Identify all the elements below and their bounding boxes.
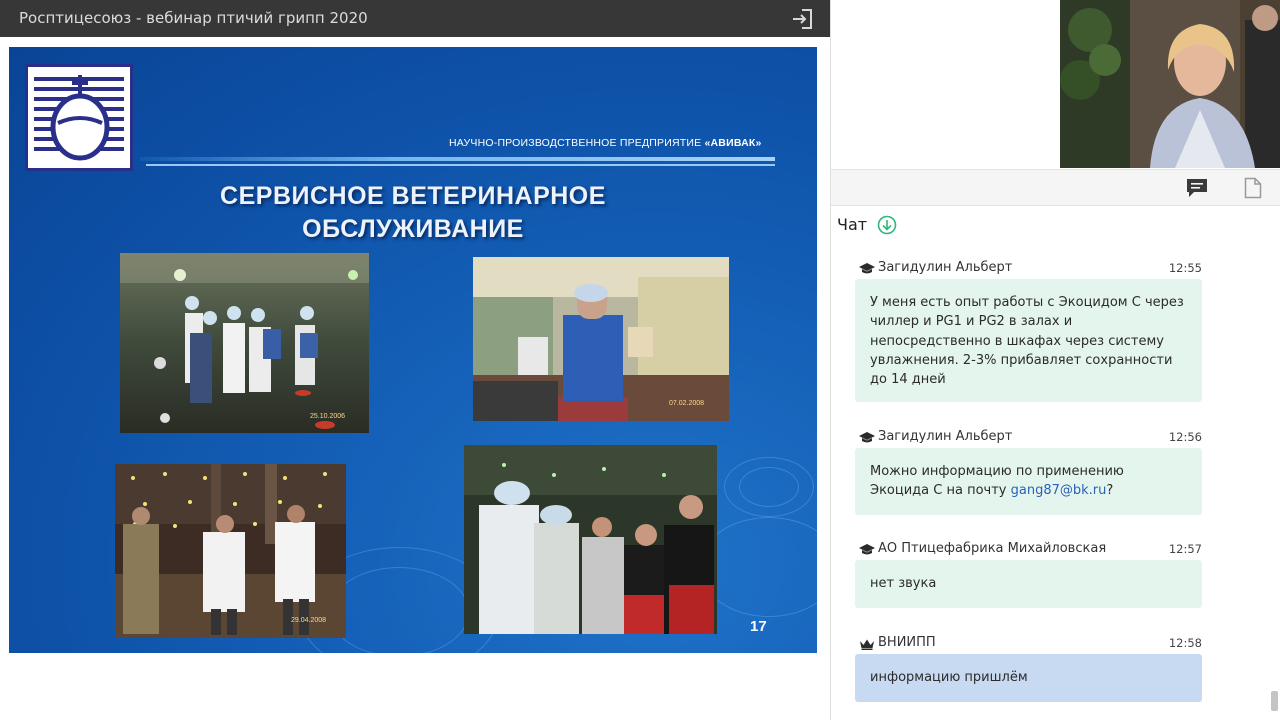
header-rule <box>140 157 775 161</box>
chat-scrollbar-thumb[interactable] <box>1271 691 1278 711</box>
arrow-down-circle-icon <box>877 215 897 235</box>
message-bubble: нет звука <box>855 560 1202 608</box>
header-rule-thin <box>146 164 775 166</box>
company-name: «АВИВАК» <box>704 137 762 149</box>
message-line: нет звука <box>870 576 937 591</box>
panel-toolbar <box>831 169 1280 206</box>
message-line: непосредственно в шкафах через систему <box>870 333 1165 349</box>
message-bubble: У меня есть опыт работы с Экоцидом С чер… <box>855 279 1202 402</box>
message-bubble: информацию пришлём <box>855 654 1202 702</box>
message-time: 12:57 <box>1168 542 1202 556</box>
speaker-video[interactable] <box>1060 0 1280 168</box>
message-header: АО Птицефабрика Михайловская 12:57 <box>855 541 1202 561</box>
graduation-cap-icon <box>859 263 875 274</box>
slide-heading-line2: ОБСЛУЖИВАНИЕ <box>302 215 524 243</box>
chat-tab-button[interactable] <box>1186 178 1208 198</box>
photo-date: 25.10.2006 <box>310 413 346 420</box>
presentation-slide: НАУЧНО-ПРОИЗВОДСТВЕННОЕ ПРЕДПРИЯТИЕ «АВИ… <box>9 47 817 653</box>
message-line: чиллер и PG1 и PG2 в залах и <box>870 314 1073 330</box>
slide-photo: 29.04.2008 <box>115 464 346 638</box>
message-line: до 14 дней <box>870 372 946 388</box>
photo-date: 29.04.2008 <box>291 617 327 624</box>
message-author: Загидулин Альберт <box>878 429 1013 444</box>
sign-in-icon <box>793 9 812 29</box>
chat-title: Чат <box>837 215 868 234</box>
chat-message: Загидулин Альберт 12:56 Можно информацию… <box>855 429 1202 515</box>
chat-scroll-down-button[interactable] <box>877 215 897 235</box>
graduation-cap-icon <box>859 432 875 443</box>
chat-message: АО Птицефабрика Михайловская 12:57 нет з… <box>855 541 1202 608</box>
message-author: ВНИИПП <box>878 635 936 650</box>
message-header: ВНИИПП 12:58 <box>855 635 1202 655</box>
message-line: увлажнения. 2-3% прибавляет сохранности <box>870 352 1173 368</box>
message-line: информацию пришлём <box>870 670 1028 685</box>
message-line: Экоцида С на почту gang87@bk.ru? <box>870 481 1187 500</box>
chat-message: ВНИИПП 12:58 информацию пришлём <box>855 635 1202 702</box>
side-panel: Чат Загидулин Альберт 12:55 У меня есть … <box>830 0 1280 720</box>
message-line: Можно информацию по применению <box>870 464 1124 479</box>
crown-icon <box>860 639 874 650</box>
ripple-decoration <box>724 457 814 517</box>
presentation-pane: Росптицесоюз - вебинар птичий грипп 2020 <box>0 0 830 720</box>
webinar-app: Росптицесоюз - вебинар птичий грипп 2020 <box>0 0 1280 720</box>
message-author: АО Птицефабрика Михайловская <box>878 541 1107 556</box>
message-line: У меня есть опыт работы с Экоцидом С чер… <box>870 295 1184 310</box>
message-text: Экоцида С на почту <box>870 483 1011 499</box>
chat-message: Загидулин Альберт 12:55 У меня есть опыт… <box>855 260 1202 402</box>
message-time: 12:58 <box>1168 636 1202 650</box>
message-time: 12:56 <box>1168 430 1202 444</box>
slide-photo: 25.10.2006 <box>120 253 369 433</box>
title-bar: Росптицесоюз - вебинар птичий грипп 2020 <box>0 0 830 37</box>
company-caption: НАУЧНО-ПРОИЗВОДСТВЕННОЕ ПРЕДПРИЯТИЕ «АВИ… <box>449 137 762 149</box>
chat-bubble-icon <box>1187 179 1207 197</box>
avivak-logo <box>25 64 133 171</box>
slide-heading-line1: СЕРВИСНОЕ ВЕТЕРИНАРНОЕ <box>220 182 606 210</box>
webinar-title: Росптицесоюз - вебинар птичий грипп 2020 <box>19 9 368 27</box>
company-prefix: НАУЧНО-ПРОИЗВОДСТВЕННОЕ ПРЕДПРИЯТИЕ <box>449 137 702 149</box>
photo-date: 07.02.2008 <box>669 400 705 407</box>
slide-photo <box>464 445 717 634</box>
message-text: ? <box>1106 483 1114 499</box>
message-bubble: Можно информацию по применению Экоцида С… <box>855 448 1202 515</box>
message-header: Загидулин Альберт 12:55 <box>855 260 1202 280</box>
message-time: 12:55 <box>1168 261 1202 275</box>
notes-tab-button[interactable] <box>1244 177 1262 199</box>
graduation-cap-icon <box>859 544 875 555</box>
document-icon <box>1244 177 1262 199</box>
message-author: Загидулин Альберт <box>878 260 1013 275</box>
email-link[interactable]: gang87@bk.ru <box>1011 483 1107 498</box>
exit-button[interactable] <box>790 6 816 32</box>
slide-page-number: 17 <box>750 618 767 635</box>
message-header: Загидулин Альберт 12:56 <box>855 429 1202 449</box>
slide-photo: 07.02.2008 <box>473 257 729 421</box>
